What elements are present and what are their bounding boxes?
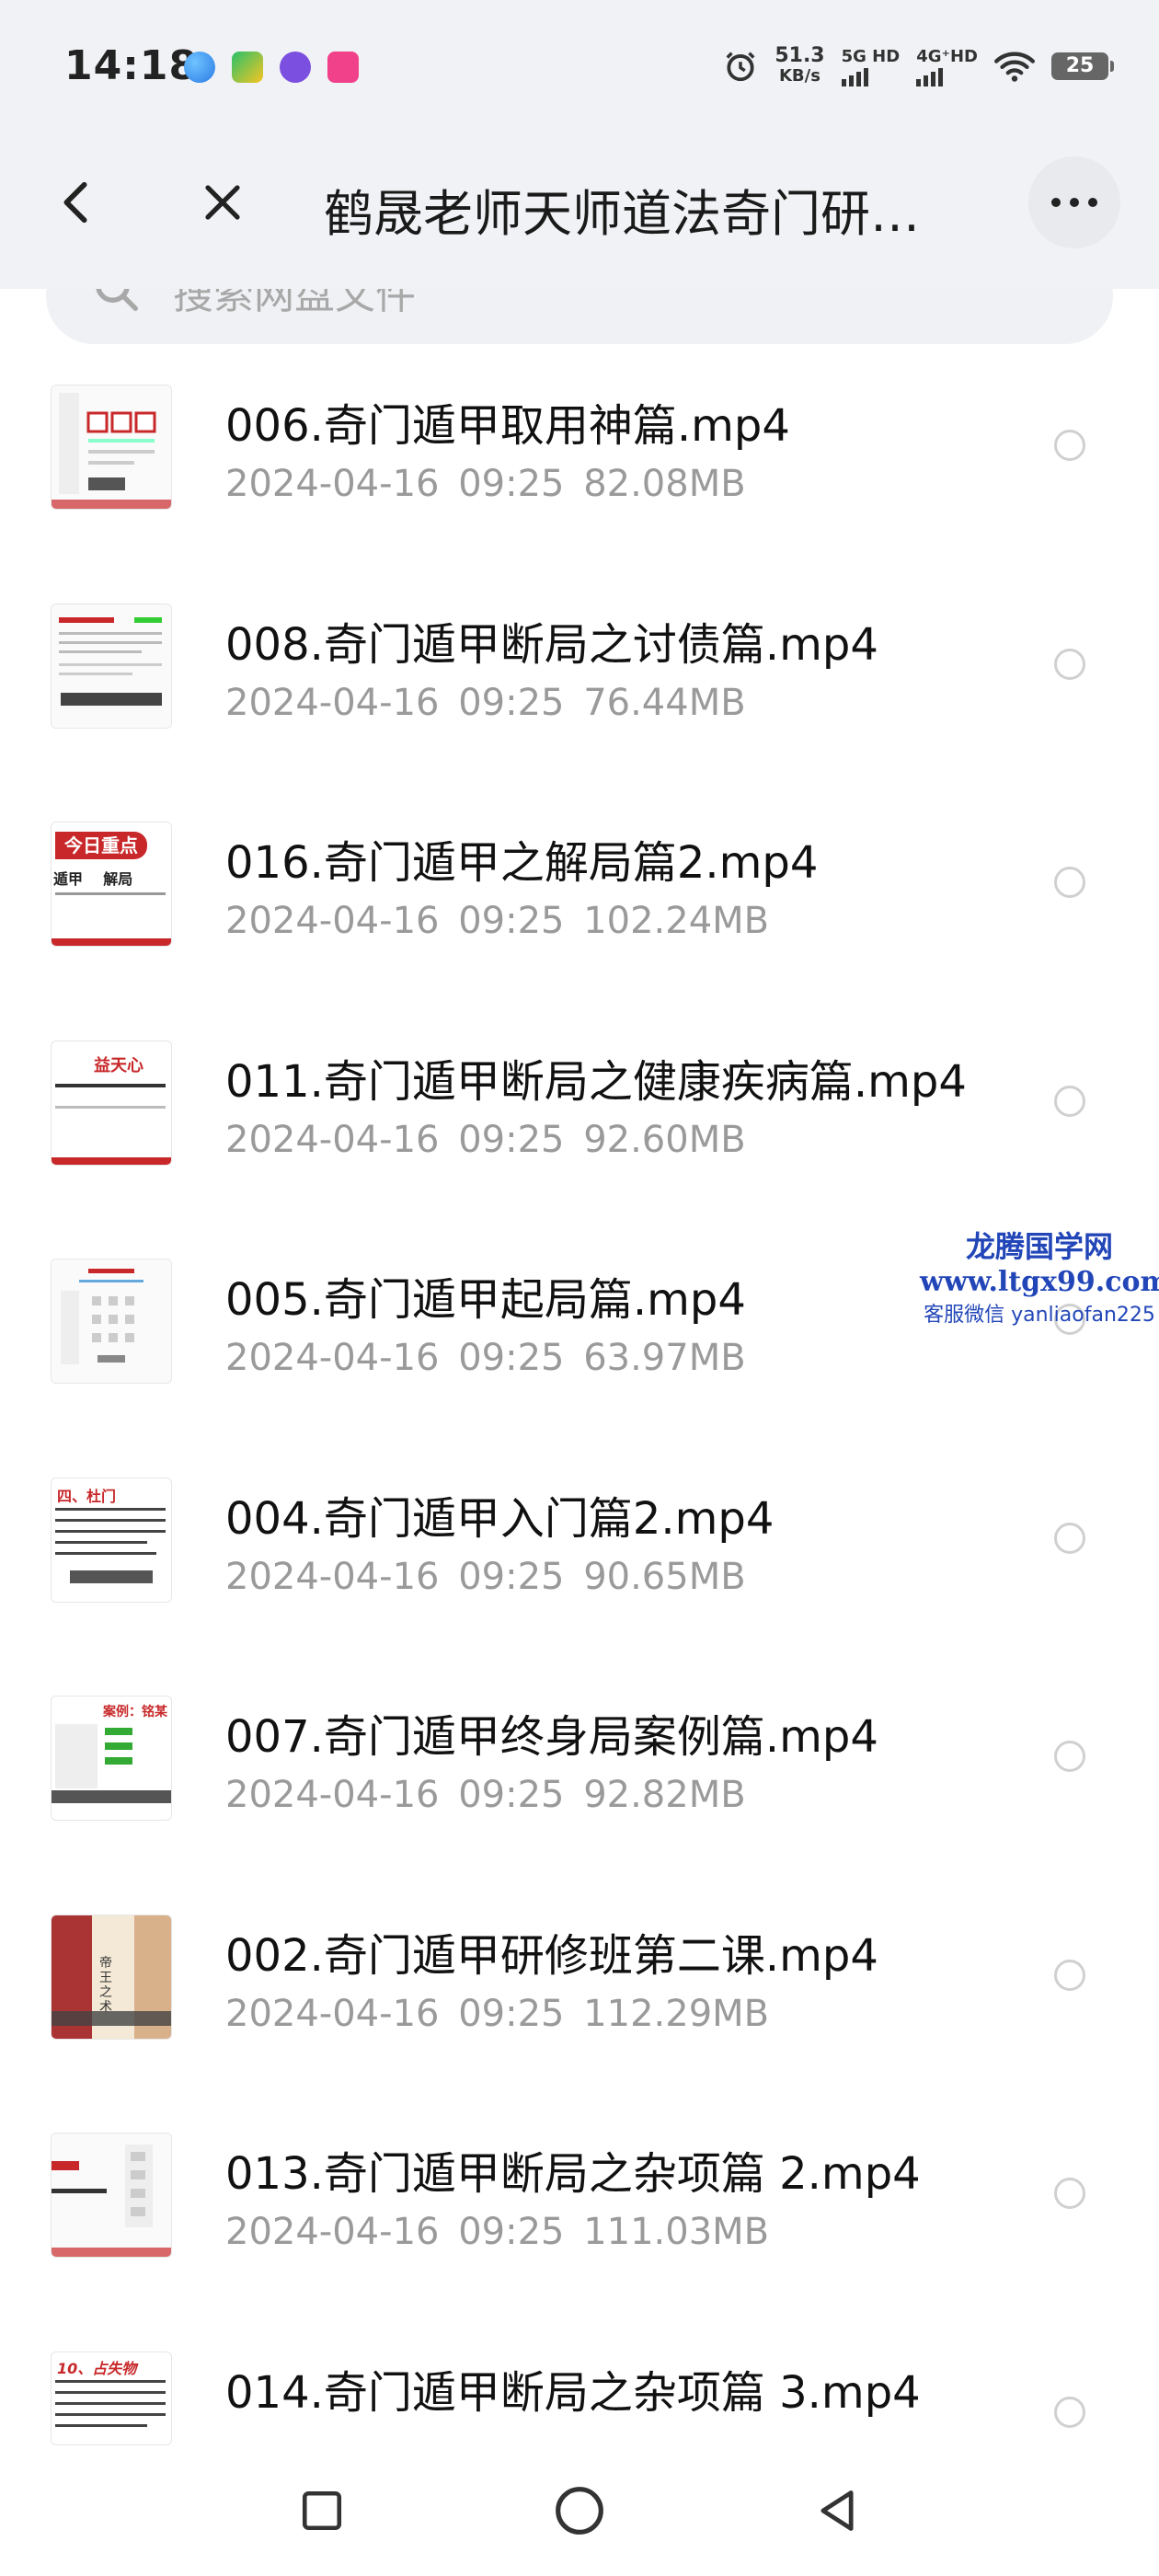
select-radio[interactable] bbox=[1054, 1959, 1085, 1991]
list-item[interactable]: 013.奇门遁甲断局之杂项篇 2.mp4 2024-04-16 09:25 11… bbox=[0, 2082, 1159, 2301]
home-button[interactable] bbox=[547, 2478, 612, 2543]
battery-icon: 25 bbox=[1051, 52, 1114, 80]
close-icon bbox=[205, 185, 240, 220]
thumb-caption: 益天心 bbox=[94, 1055, 143, 1075]
list-item[interactable]: 益天心 011.奇门遁甲断局之健康疾病篇.mp4 2024-04-16 09:2… bbox=[0, 990, 1159, 1209]
list-item[interactable]: 今日重点 遁甲 解局 016.奇门遁甲之解局篇2.mp4 2024-04-16 … bbox=[0, 771, 1159, 990]
video-thumbnail bbox=[51, 385, 172, 510]
thumb-caption: 遁甲 解局 bbox=[53, 870, 133, 888]
video-thumbnail bbox=[51, 2133, 172, 2258]
close-button[interactable] bbox=[186, 166, 259, 239]
select-radio[interactable] bbox=[1054, 2396, 1085, 2428]
file-meta: 2024-04-16 09:25 92.82MB bbox=[225, 1774, 746, 1816]
file-meta: 2024-04-16 09:25 111.03MB bbox=[225, 2211, 770, 2253]
video-thumbnail bbox=[51, 1259, 172, 1384]
select-radio[interactable] bbox=[1054, 867, 1085, 898]
file-meta: 2024-04-16 09:25 63.97MB bbox=[225, 1337, 746, 1379]
list-item[interactable]: 案例：铭某 007.奇门遁甲终身局案例篇.mp4 2024-04-16 09:2… bbox=[0, 1645, 1159, 1864]
thumb-caption: 案例：铭某 bbox=[103, 1705, 167, 1719]
app-icon-3 bbox=[280, 52, 311, 83]
file-meta: 2024-04-16 09:25 76.44MB bbox=[225, 681, 746, 724]
app-icon-2 bbox=[232, 52, 263, 83]
video-thumbnail: 案例：铭某 bbox=[51, 1696, 172, 1821]
page-title: 鹤晟老师天师道法奇门研… bbox=[324, 185, 920, 243]
recents-button[interactable] bbox=[290, 2478, 354, 2543]
file-meta: 2024-04-16 09:25 102.24MB bbox=[225, 900, 770, 942]
list-item[interactable]: 008.奇门遁甲断局之讨债篇.mp4 2024-04-16 09:25 76.4… bbox=[0, 553, 1159, 772]
triangle-back-icon bbox=[820, 2490, 854, 2531]
notification-icons bbox=[184, 52, 359, 83]
wifi-icon bbox=[994, 52, 1035, 82]
file-name: 013.奇门遁甲断局之杂项篇 2.mp4 bbox=[225, 2148, 921, 2200]
file-name: 011.奇门遁甲断局之健康疾病篇.mp4 bbox=[225, 1055, 967, 1108]
app-icon-1 bbox=[184, 52, 215, 83]
thumb-banner: 今日重点 bbox=[55, 832, 147, 859]
file-name: 006.奇门遁甲取用神篇.mp4 bbox=[225, 400, 790, 452]
more-dots-icon bbox=[1051, 198, 1097, 207]
video-thumbnail: 今日重点 遁甲 解局 bbox=[51, 822, 172, 947]
status-bar: 14:18 51.3 KB/s 5G HD 4G⁺HD 25 bbox=[0, 0, 1159, 118]
thumb-caption: 10、占失物 bbox=[57, 2359, 137, 2377]
file-name: 005.奇门遁甲起局篇.mp4 bbox=[225, 1274, 746, 1326]
video-thumbnail: 益天心 bbox=[51, 1040, 172, 1166]
file-name: 014.奇门遁甲断局之杂项篇 3.mp4 bbox=[225, 2366, 921, 2419]
alarm-icon bbox=[726, 52, 755, 82]
file-meta: 2024-04-16 09:25 82.08MB bbox=[225, 463, 746, 505]
video-thumbnail: 10、占失物 bbox=[51, 2351, 172, 2445]
list-item[interactable]: 四、杜门 004.奇门遁甲入门篇2.mp4 2024-04-16 09:25 9… bbox=[0, 1427, 1159, 1646]
signal-5g: 5G HD bbox=[841, 47, 901, 86]
more-button[interactable] bbox=[1028, 156, 1120, 248]
list-item[interactable]: 帝王之术 002.奇门遁甲研修班第二课.mp4 2024-04-16 09:25… bbox=[0, 1864, 1159, 2083]
signal-bars-icon bbox=[916, 66, 978, 86]
file-name: 016.奇门遁甲之解局篇2.mp4 bbox=[225, 837, 819, 889]
file-name: 002.奇门遁甲研修班第二课.mp4 bbox=[225, 1929, 878, 1982]
video-thumbnail: 帝王之术 bbox=[51, 1914, 172, 2040]
thumb-caption: 四、杜门 bbox=[57, 1487, 117, 1505]
file-meta: 2024-04-16 09:25 92.60MB bbox=[225, 1118, 746, 1161]
watermark: 龙腾国学网 www.ltgx99.com 客服微信 yanliaofan225 bbox=[920, 1229, 1159, 1327]
system-nav-bar bbox=[0, 2447, 1159, 2576]
back-nav-button[interactable] bbox=[805, 2478, 869, 2543]
chevron-left-icon bbox=[63, 181, 87, 224]
app-icon-4 bbox=[327, 52, 359, 83]
select-radio[interactable] bbox=[1054, 648, 1085, 680]
clock: 14:18 bbox=[64, 42, 199, 89]
file-meta: 2024-04-16 09:25 112.29MB bbox=[225, 1992, 770, 2035]
file-list: 006.奇门遁甲取用神篇.mp4 2024-04-16 09:25 82.08M… bbox=[0, 334, 1159, 2519]
file-name: 008.奇门遁甲断局之讨债篇.mp4 bbox=[225, 618, 878, 671]
file-meta: 2024-04-16 09:25 90.65MB bbox=[225, 1555, 746, 1598]
select-radio[interactable] bbox=[1054, 2178, 1085, 2209]
select-radio[interactable] bbox=[1054, 1522, 1085, 1554]
signal-bars-icon bbox=[841, 66, 901, 86]
video-thumbnail: 四、杜门 bbox=[51, 1477, 172, 1603]
net-speed: 51.3 KB/s bbox=[775, 44, 825, 86]
video-thumbnail bbox=[51, 603, 172, 729]
list-item[interactable]: 006.奇门遁甲取用神篇.mp4 2024-04-16 09:25 82.08M… bbox=[0, 334, 1159, 553]
back-button[interactable] bbox=[39, 166, 112, 239]
select-radio[interactable] bbox=[1054, 1085, 1085, 1117]
select-radio[interactable] bbox=[1054, 1741, 1085, 1772]
signal-4g: 4G⁺HD bbox=[916, 47, 978, 86]
square-icon bbox=[302, 2490, 342, 2531]
top-bar: 鹤晟老师天师道法奇门研… bbox=[0, 118, 1159, 289]
circle-icon bbox=[556, 2487, 603, 2535]
thumb-caption: 帝王之术 bbox=[99, 1955, 112, 2015]
select-radio[interactable] bbox=[1054, 430, 1085, 461]
file-name: 007.奇门遁甲终身局案例篇.mp4 bbox=[225, 1711, 878, 1763]
file-name: 004.奇门遁甲入门篇2.mp4 bbox=[225, 1492, 775, 1545]
